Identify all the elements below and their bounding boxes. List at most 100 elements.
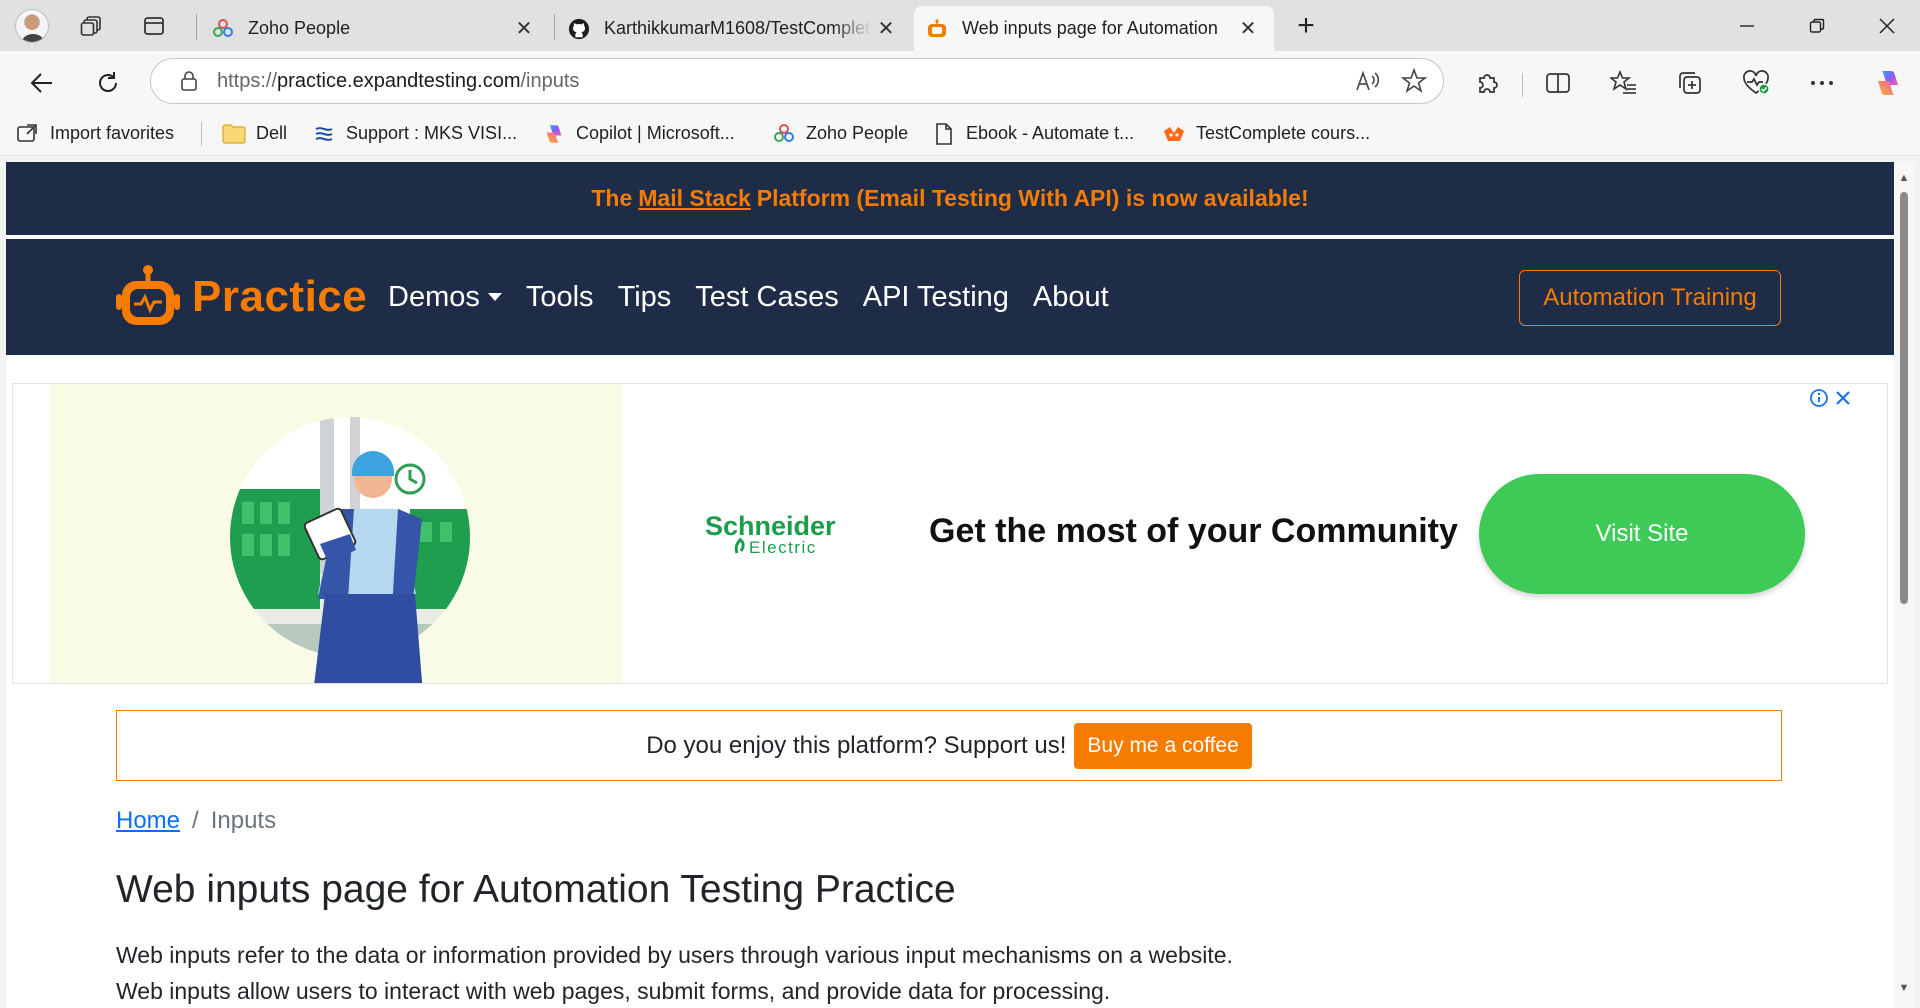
testcomplete-icon (1162, 122, 1186, 146)
favorite-zoho-people[interactable]: Zoho People (772, 111, 908, 156)
workspaces-icon (80, 16, 101, 36)
tab-label: Web inputs page for Automation (962, 18, 1218, 38)
tab-strip: Zoho People ✕ KarthikkumarM1608/TestComp… (0, 0, 1920, 51)
ad-illustration[interactable] (50, 384, 622, 683)
favorites-button[interactable] (1604, 63, 1644, 103)
brand-link[interactable]: Practice (114, 259, 367, 335)
buy-me-a-coffee-button[interactable]: Buy me a coffee (1074, 722, 1252, 769)
page-title: Web inputs page for Automation Testing P… (116, 868, 956, 911)
favorite-dell[interactable]: Dell (222, 111, 287, 156)
nav-api-testing[interactable]: API Testing (863, 281, 1009, 314)
github-favicon-icon (568, 18, 590, 40)
ad-close-icon[interactable] (1833, 388, 1853, 408)
favorite-testcomplete[interactable]: TestComplete cours... (1162, 111, 1370, 156)
site-info-icon[interactable] (177, 69, 201, 93)
intro-line: Web inputs allow users to interact with … (116, 978, 1111, 1004)
zoho-favicon-icon (212, 18, 234, 40)
heart-pulse-icon (1743, 70, 1770, 95)
page-viewport: The Mail Stack Platform (Email Testing W… (6, 162, 1894, 1008)
schneider-logo[interactable]: Schneider Electric (701, 509, 851, 561)
nav-demos[interactable]: Demos (388, 281, 502, 314)
profile-button[interactable] (14, 8, 50, 44)
back-button[interactable] (22, 63, 62, 103)
favorites-separator (201, 122, 202, 146)
avatar (15, 9, 49, 43)
refresh-icon (99, 72, 117, 92)
advertisement[interactable]: Schneider Electric Get the most of your … (12, 383, 1888, 684)
settings-more-button[interactable] (1802, 63, 1842, 103)
arrow-left-icon (30, 73, 52, 93)
browser-essentials-button[interactable] (1736, 63, 1776, 103)
promo-prefix: The (591, 185, 633, 211)
tab-close-button[interactable]: ✕ (872, 15, 900, 43)
tab-close-button[interactable]: ✕ (510, 15, 538, 43)
nav-tools[interactable]: Tools (526, 281, 594, 314)
import-favorites-icon (16, 122, 40, 146)
ad-headline[interactable]: Get the most of your Community (929, 512, 1458, 551)
favorite-import-favorites[interactable]: Import favorites (16, 111, 174, 156)
breadcrumb-separator: / (192, 807, 199, 834)
tab-actions-button[interactable] (136, 8, 172, 44)
workspaces-button[interactable] (74, 8, 110, 44)
scroll-thumb[interactable] (1900, 192, 1908, 604)
page-scrollbar[interactable]: ▲ ▼ (1894, 162, 1914, 1008)
favorite-copilot[interactable]: Copilot | Microsoft... (542, 111, 735, 156)
scroll-down-arrow-icon[interactable]: ▼ (1898, 982, 1910, 994)
restore-button[interactable] (1782, 0, 1852, 51)
favorite-label: Ebook - Automate t... (966, 123, 1135, 143)
tab-github[interactable]: KarthikkumarM1608/TestComplete ✕ (556, 6, 912, 51)
toolbar-divider (1522, 73, 1523, 97)
favorite-mks-support[interactable]: Support : MKS VISI... (312, 111, 517, 156)
nav-tips[interactable]: Tips (618, 281, 672, 314)
favorite-ebook[interactable]: Ebook - Automate t... (932, 111, 1134, 156)
favorite-star-icon[interactable] (1397, 64, 1431, 98)
brand-name: Practice (192, 272, 368, 321)
folder-icon (222, 122, 246, 146)
collections-button[interactable] (1670, 63, 1710, 103)
breadcrumb-home-link[interactable]: Home (116, 807, 180, 835)
favorites-list-icon (1610, 70, 1636, 94)
refresh-button[interactable] (88, 63, 128, 103)
intro-text: Web inputs refer to the data or informat… (116, 937, 1233, 1008)
mail-stack-link[interactable]: Mail Stack (638, 185, 751, 212)
promo-banner: The Mail Stack Platform (Email Testing W… (6, 162, 1894, 235)
extensions-button[interactable] (1468, 63, 1508, 103)
minimize-icon (1740, 24, 1754, 27)
url-text[interactable]: https://practice.expandtesting.com/input… (217, 70, 1351, 93)
restore-icon (1809, 18, 1825, 33)
scroll-up-arrow-icon[interactable]: ▲ (1898, 172, 1910, 184)
read-aloud-icon[interactable] (1351, 64, 1385, 98)
more-icon (1811, 81, 1833, 85)
breadcrumb: Home / Inputs (116, 807, 276, 835)
copilot-icon (1878, 71, 1898, 95)
promo-suffix: Platform (Email Testing With API) is now… (756, 185, 1309, 211)
tab-web-inputs[interactable]: Web inputs page for Automation ✕ (914, 6, 1274, 51)
visit-site-button[interactable]: Visit Site (1479, 474, 1805, 594)
intro-line: Web inputs refer to the data or informat… (116, 942, 1233, 968)
new-tab-button[interactable]: + (1288, 8, 1324, 44)
tab-zoho-people[interactable]: Zoho People ✕ (200, 6, 550, 51)
ad-info-icon[interactable] (1809, 388, 1829, 408)
nav-test-cases[interactable]: Test Cases (695, 281, 838, 314)
puzzle-icon (1479, 74, 1498, 93)
copilot-button[interactable] (1868, 63, 1908, 103)
robot-logo-icon (116, 265, 180, 325)
split-screen-button[interactable] (1538, 63, 1578, 103)
automation-training-button[interactable]: Automation Training (1519, 270, 1781, 326)
practice-favicon-icon (926, 18, 948, 40)
support-text: Do you enjoy this platform? Support us! (646, 731, 1067, 759)
tab-label: KarthikkumarM1608/TestComplete (604, 18, 872, 38)
caret-down-icon (487, 293, 502, 301)
minimize-button[interactable] (1712, 0, 1782, 51)
tab-separator (554, 14, 555, 40)
favorite-label: Dell (256, 123, 288, 143)
nav-about[interactable]: About (1033, 281, 1109, 314)
window-close-button[interactable] (1852, 0, 1920, 51)
tab-close-button[interactable]: ✕ (1234, 15, 1262, 43)
main-menu: Demos Tools Tips Test Cases API Testing … (388, 239, 1133, 355)
support-banner: Do you enjoy this platform? Support us! … (116, 710, 1782, 781)
vertical-tabs-icon (144, 17, 164, 35)
address-bar[interactable]: https://practice.expandtesting.com/input… (150, 58, 1444, 104)
favorite-label: TestComplete cours... (1196, 123, 1371, 143)
mks-icon (312, 122, 336, 146)
